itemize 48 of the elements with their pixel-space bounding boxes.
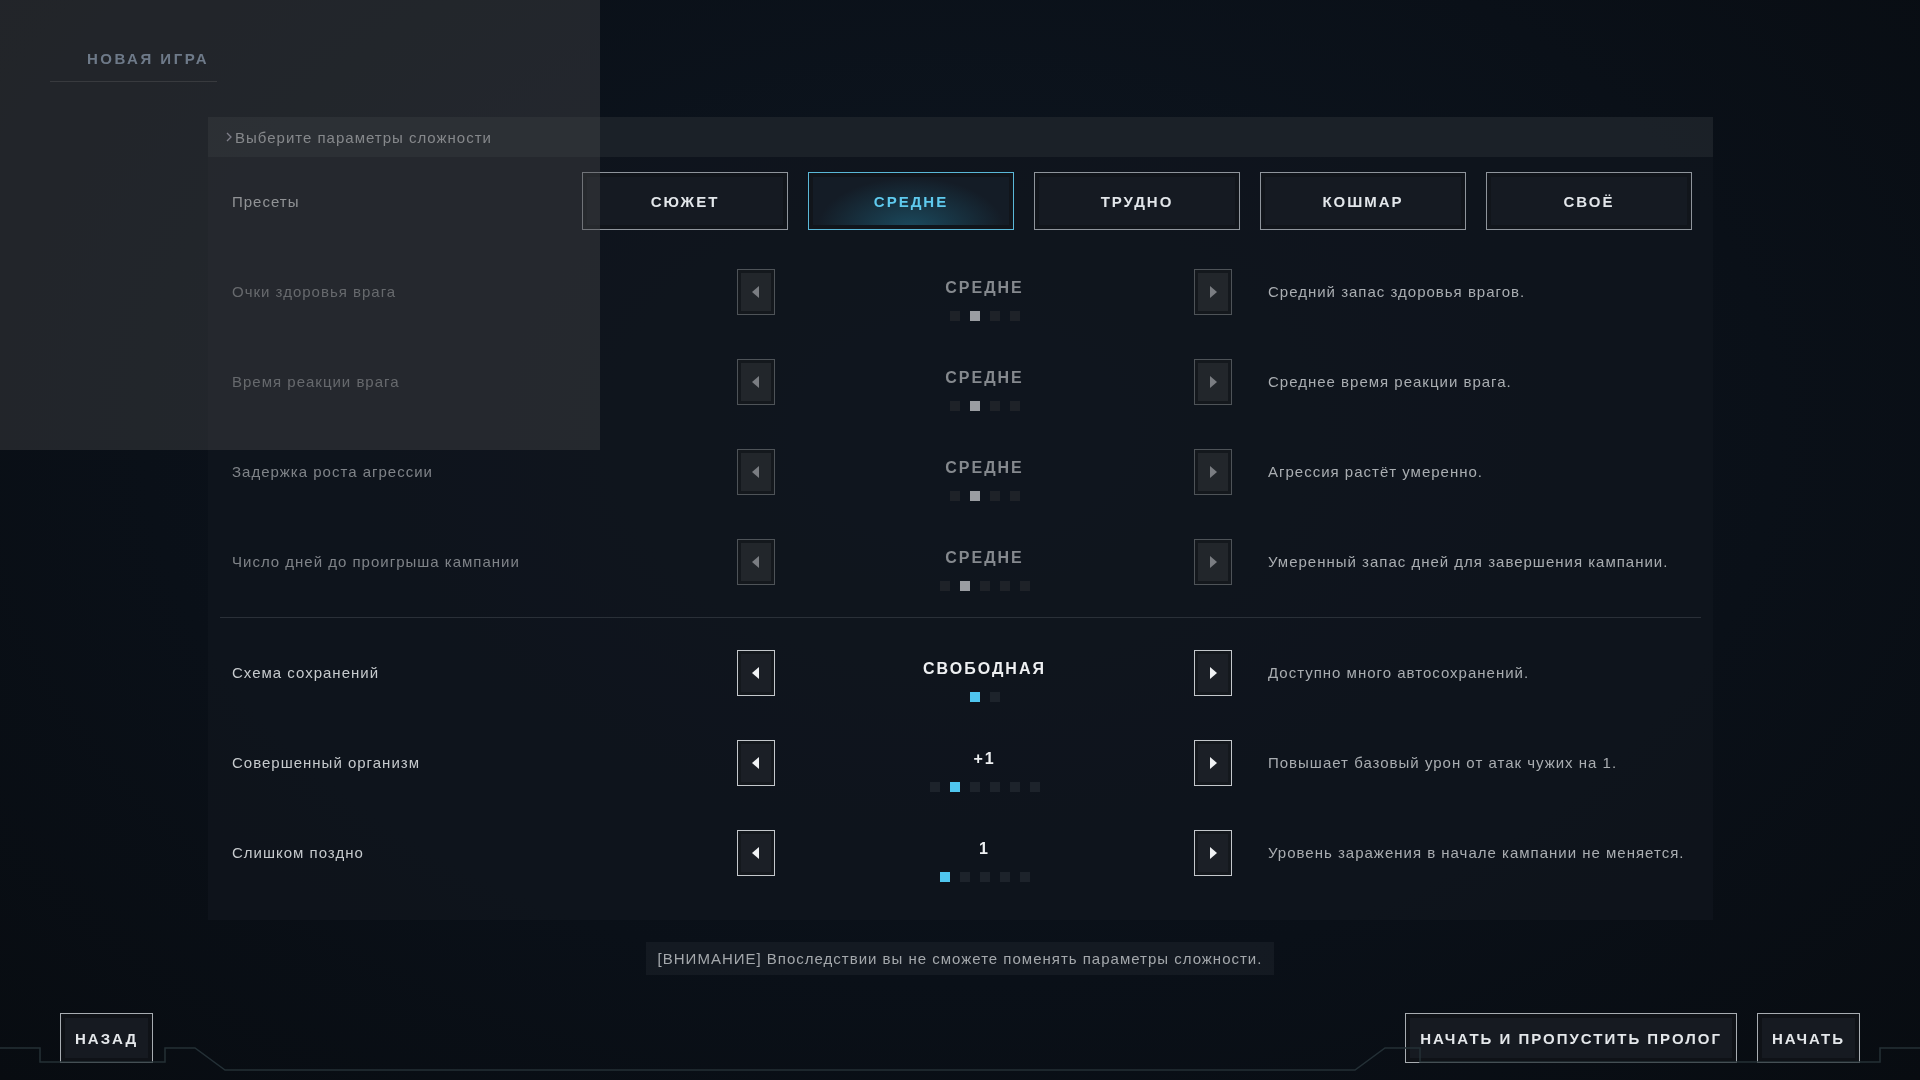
setting-description: Умеренный запас дней для завершения кампании.: [1267, 552, 1670, 570]
right-triangle-icon: [1209, 667, 1217, 679]
setting-label: Совершенный организм: [232, 753, 421, 771]
chevron-icon: [226, 132, 232, 142]
preset-button[interactable]: ТРУДНО: [1034, 172, 1240, 230]
setting-description: Агрессия растёт умеренно.: [1267, 462, 1484, 480]
setting-label: Слишком поздно: [232, 843, 365, 861]
setting-label: Время реакции врага: [232, 372, 401, 390]
setting-label: Число дней до проигрыша кампании: [232, 552, 521, 570]
setting-value: СРЕДНЕ: [945, 459, 1024, 477]
back-button[interactable]: НАЗАД: [60, 1013, 154, 1063]
setting-description: Средний запас здоровья врагов.: [1267, 282, 1527, 300]
setting-value: СРЕДНЕ: [945, 549, 1024, 567]
start-button[interactable]: НАЧАТЬ: [1756, 1013, 1860, 1063]
setting-value: 1: [979, 840, 990, 858]
preset-button[interactable]: СВОЁ: [1486, 172, 1692, 230]
right-triangle-icon: [1209, 286, 1217, 298]
setting-description: Повышает базовый урон от атак чужих на 1.: [1267, 753, 1619, 771]
setting-description: Уровень заражения в начале кампании не меняется.: [1267, 843, 1686, 861]
right-triangle-icon: [1209, 376, 1217, 388]
setting-description: Доступно много автосохранений.: [1267, 663, 1531, 681]
right-triangle-icon: [1209, 556, 1217, 568]
setting-value: СРЕДНЕ: [945, 369, 1024, 387]
screen-title: НОВАЯ ИГРА: [50, 0, 217, 82]
setting-label: Задержка роста агрессии: [232, 462, 434, 480]
skip-prologue-button[interactable]: НАЧАТЬ И ПРОПУСТИТЬ ПРОЛОГ: [1405, 1013, 1737, 1063]
setting-value: +1: [973, 750, 996, 768]
warning-text: [ВНИМАНИЕ] Впоследствии вы не сможете поменять параметры сложности.: [645, 942, 1275, 975]
right-triangle-icon: [1209, 847, 1217, 859]
left-triangle-icon: [752, 556, 760, 568]
right-triangle-icon: [1209, 757, 1217, 769]
setting-value: СРЕДНЕ: [945, 279, 1024, 297]
left-triangle-icon: [752, 757, 760, 769]
right-triangle-icon: [1209, 466, 1217, 478]
left-triangle-icon: [752, 847, 760, 859]
left-triangle-icon: [752, 466, 760, 478]
presets-label: Пресеты: [232, 192, 301, 210]
left-triangle-icon: [752, 376, 760, 388]
section-header-text: Выберите параметры сложности: [235, 128, 492, 146]
setting-description: Среднее время реакции врага.: [1267, 372, 1513, 390]
preset-button[interactable]: КОШМАР: [1260, 172, 1466, 230]
setting-label: Схема сохранений: [232, 663, 381, 681]
left-triangle-icon: [752, 667, 760, 679]
setting-value: СВОБОДНАЯ: [923, 660, 1046, 678]
preset-button[interactable]: СЮЖЕТ: [582, 172, 788, 230]
preset-button[interactable]: СРЕДНЕ: [808, 172, 1014, 230]
setting-label: Очки здоровья врага: [232, 282, 398, 300]
left-triangle-icon: [752, 286, 760, 298]
